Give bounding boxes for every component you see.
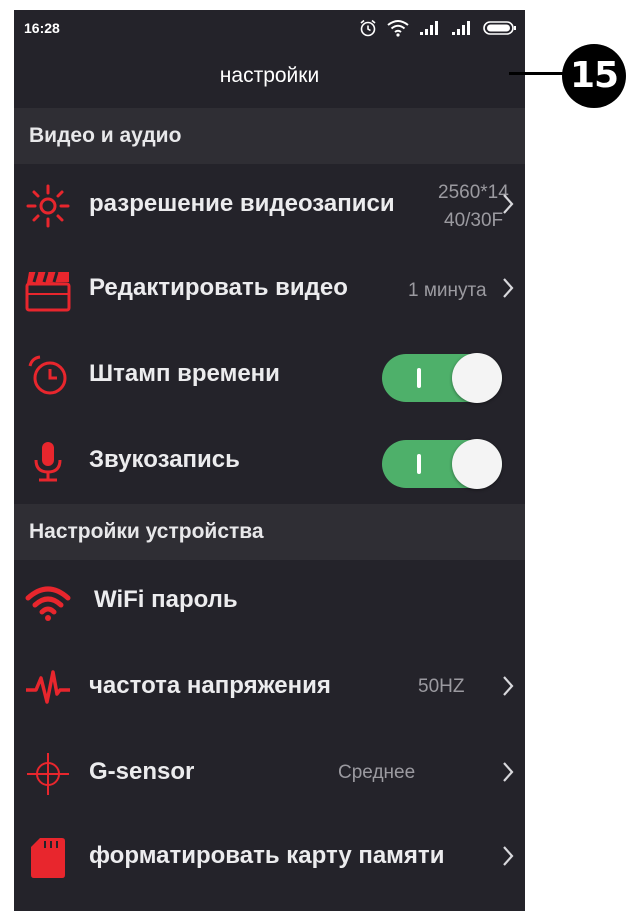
callout-line (509, 72, 565, 75)
setting-label: WiFi пароль (94, 586, 238, 613)
setting-label: разрешение видеозаписи (89, 190, 395, 217)
sound-recording-toggle[interactable] (382, 439, 502, 489)
clapperboard-icon (25, 271, 71, 312)
section-header-video-audio: Видео и аудио (14, 108, 525, 164)
wifi-icon (25, 586, 71, 621)
setting-label: частота напряжения (89, 672, 331, 699)
alarm-clock-icon (28, 355, 67, 395)
status-bar: 16:28 (14, 10, 525, 46)
chevron-right-icon (503, 846, 514, 866)
title-bar: настройки (14, 46, 525, 108)
setting-label: Редактировать видео (89, 274, 348, 301)
setting-format-sd-card[interactable]: форматировать карту памяти (14, 816, 525, 900)
signal-icon (452, 21, 470, 35)
chevron-right-icon (503, 194, 514, 214)
timestamp-toggle[interactable] (382, 353, 502, 403)
setting-g-sensor[interactable]: G-sensor Среднее (14, 732, 525, 816)
exposure-icon (26, 184, 70, 228)
toggle-knob (452, 439, 502, 489)
toggle-knob (452, 353, 502, 403)
microphone-icon (34, 442, 62, 482)
chevron-right-icon (503, 676, 514, 696)
wifi-icon (387, 20, 409, 37)
setting-value-line2: 40/30F (444, 210, 504, 231)
setting-label: Звукозапись (89, 446, 240, 473)
section-header-device: Настройки устройства (14, 504, 525, 560)
setting-label: Штамп времени (89, 360, 280, 387)
crosshair-icon (27, 753, 69, 795)
battery-icon (483, 21, 516, 35)
signal-icon (420, 21, 438, 35)
setting-timestamp: Штамп времени (14, 334, 525, 418)
setting-value: 50HZ (418, 676, 465, 697)
callout-badge: 15 (562, 44, 626, 108)
setting-value: 1 минута (408, 280, 487, 301)
setting-mains-frequency[interactable]: частота напряжения 50HZ (14, 646, 525, 730)
setting-sound-recording: Звукозапись (14, 420, 525, 504)
pulse-icon (26, 670, 70, 704)
status-time: 16:28 (24, 20, 60, 36)
status-icons (359, 19, 517, 37)
chevron-right-icon (503, 278, 514, 298)
sd-card-icon (31, 838, 65, 878)
chevron-right-icon (503, 762, 514, 782)
toggle-on-mark (417, 454, 421, 474)
toggle-on-mark (417, 368, 421, 388)
setting-video-resolution[interactable]: разрешение видеозаписи 2560*14 40/30F (14, 164, 525, 248)
alarm-icon (360, 19, 376, 37)
setting-edit-video[interactable]: Редактировать видео 1 минута (14, 248, 525, 332)
setting-value-line1: 2560*14 (438, 182, 509, 203)
setting-label: G-sensor (89, 758, 195, 785)
app-screen: 16:28 настройки Видео и аудио разрешение… (14, 10, 525, 911)
page-title: настройки (219, 64, 320, 87)
setting-wifi-password[interactable]: WiFi пароль (14, 560, 525, 644)
setting-label: форматировать карту памяти (89, 842, 445, 869)
setting-value: Среднее (338, 762, 416, 783)
